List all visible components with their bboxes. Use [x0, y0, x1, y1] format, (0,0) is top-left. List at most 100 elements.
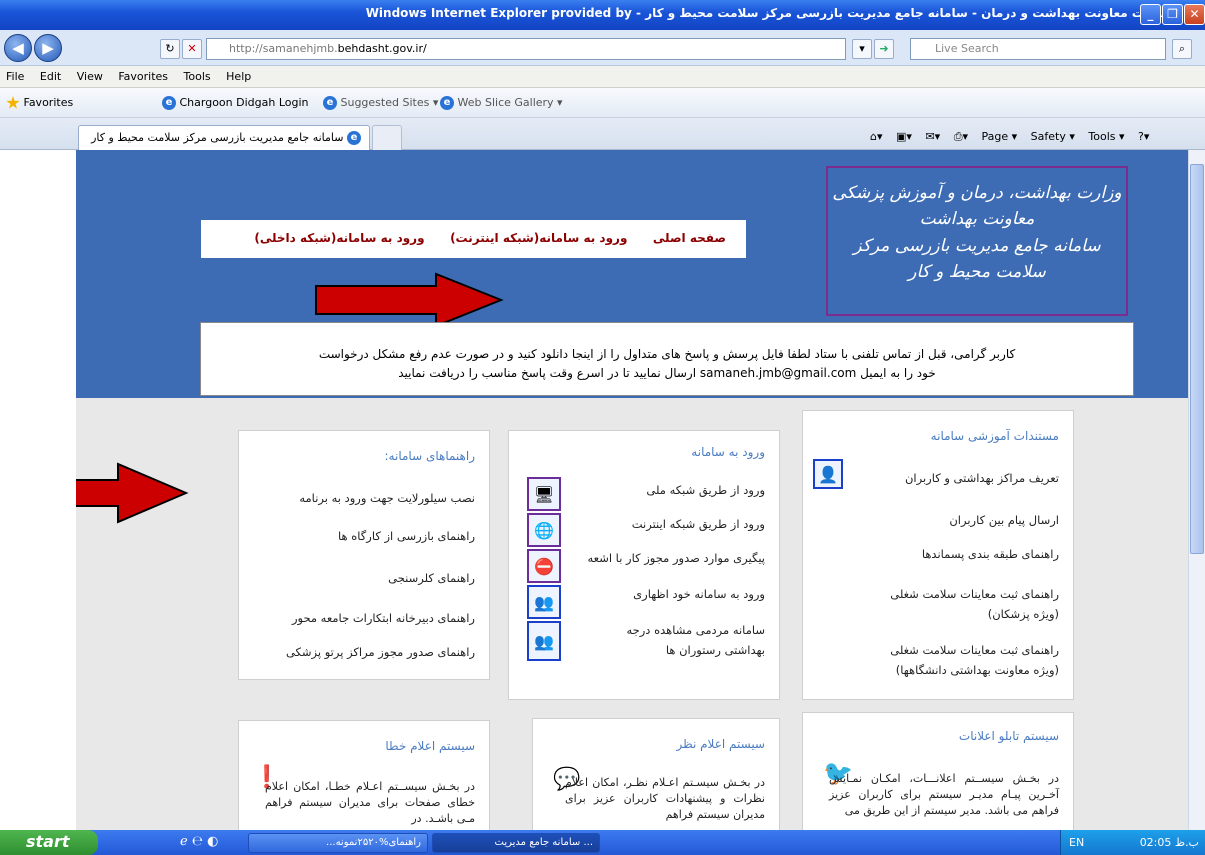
panel-title: سیستم اعلام نظر: [676, 737, 765, 751]
refresh-button[interactable]: ↻: [160, 39, 180, 59]
search-input[interactable]: Live Search: [910, 38, 1166, 60]
menu-help[interactable]: Help: [220, 66, 257, 83]
url-prefix: http://samanehjmb.: [229, 42, 338, 55]
nav-internet-login-link[interactable]: ورود به سامانه(شبکه اینترنت): [450, 231, 627, 245]
stop-button[interactable]: ✕: [182, 39, 202, 59]
page-menu[interactable]: Page ▾: [982, 130, 1018, 143]
menu-file[interactable]: File: [0, 66, 30, 83]
feedback-text: در بخـش سیسـتم اعـلام نظـر، امکان اعلام …: [565, 776, 765, 821]
vertical-scrollbar[interactable]: [1188, 150, 1205, 830]
address-input[interactable]: http://samanehjmb.behdasht.gov.ir/: [206, 38, 846, 60]
star-icon: [6, 96, 20, 109]
ie-icon: e: [323, 96, 337, 110]
nav-intranet-login-link[interactable]: ورود به سامانه(شبکه داخلی): [254, 231, 424, 245]
mail-icon[interactable]: ✉▾: [925, 130, 940, 143]
doc-link[interactable]: راهنمای طبقه بندی پسماندها: [922, 547, 1059, 561]
red-arrow-icon: [76, 462, 189, 524]
menu-favorites[interactable]: Favorites: [112, 66, 174, 83]
taskbar-item-ie[interactable]: ... سامانه جامع مدیریت: [432, 833, 600, 853]
maximize-button[interactable]: ❐: [1162, 4, 1183, 25]
errors-panel: سیستم اعلام خطا ❗ در بخـش سیســتم اعـلام…: [238, 720, 490, 830]
login-panel: ورود به سامانه 🖥 🌐 ⛔ 👥 👥 ورود از طریق شب…: [508, 430, 780, 700]
dropdown-icon[interactable]: ▾: [852, 39, 872, 59]
login-link[interactable]: ورود به سامانه خود اظهاری: [633, 587, 765, 601]
doc-link[interactable]: ارسال پیام بین کاربران: [949, 513, 1059, 527]
tab-bar: e سامانه جامع مدیریت بازرسی مرکز سلامت م…: [0, 118, 1205, 150]
menu-edit[interactable]: Edit: [34, 66, 67, 83]
notice-line2: خود را به ایمیل samaneh.jmb@gmail.com ار…: [398, 366, 936, 380]
errors-text: در بخـش سیســتم اعـلام خطـا، امکان اعلام…: [265, 780, 475, 825]
favorite-chargoon[interactable]: e Chargoon Didgah Login: [162, 96, 309, 110]
doc-link-sub[interactable]: (ویژه معاونت بهداشتی دانشگاهها): [896, 663, 1059, 677]
window-title: اینترنت معاونت بهداشت و درمان - سامانه ج…: [365, 6, 1175, 20]
taskbar: start ℯ ℮ ◐ راهنمای%۲۵۲۰نمونه... ... سام…: [0, 830, 1205, 855]
favorites-bar: Favorites e Chargoon Didgah Login e Sugg…: [0, 88, 1205, 118]
scrollbar-thumb[interactable]: [1190, 164, 1204, 554]
logo-system: سامانه جامع مدیریت بازرسی مرکز سلامت محی…: [853, 235, 1101, 283]
guide-link[interactable]: نصب سیلورلایت جهت ورود به برنامه: [299, 491, 475, 505]
safety-menu[interactable]: Safety ▾: [1031, 130, 1075, 143]
taskbar-item-word[interactable]: راهنمای%۲۵۲۰نمونه...: [248, 833, 428, 853]
language-indicator[interactable]: EN: [1069, 836, 1084, 849]
favorites-label: Favorites: [23, 96, 74, 109]
tab-title: سامانه جامع مدیریت بازرسی مرکز سلامت محی…: [91, 131, 344, 144]
user-avatar-icon: 👤: [813, 459, 843, 489]
guide-link[interactable]: راهنمای بازرسی از کارگاه ها: [338, 529, 475, 543]
print-icon[interactable]: ⎙▾: [954, 130, 968, 143]
favorites-button[interactable]: Favorites: [6, 96, 73, 110]
doc-link[interactable]: تعریف مراکز بهداشتی و کاربران: [905, 471, 1059, 485]
guide-link[interactable]: راهنمای دبیرخانه ابتکارات جامعه محور: [292, 611, 475, 625]
guide-link[interactable]: راهنمای کلرسنجی: [388, 571, 475, 585]
close-button[interactable]: ✕: [1184, 4, 1205, 25]
menu-tools[interactable]: Tools: [178, 66, 217, 83]
go-button[interactable]: ➜: [874, 39, 894, 59]
user-add-icon: 👥: [527, 585, 561, 619]
favorite-label: Suggested Sites ▾: [340, 96, 439, 109]
quick-launch-icons[interactable]: ℯ ℮ ◐: [180, 834, 218, 849]
login-link[interactable]: ورود از طریق شبکه اینترنت: [632, 517, 765, 531]
panel-title: راهنماهای سامانه:: [384, 449, 475, 463]
home-icon[interactable]: ⌂▾: [870, 130, 883, 143]
site-logo: وزارت بهداشت، درمان و آموزش پزشکی معاونت…: [826, 166, 1128, 316]
doc-link[interactable]: راهنمای ثبت معاینات سلامت شغلی: [890, 643, 1059, 657]
notice-box: کاربر گرامی، قبل از تماس تلفنی با ستاد ل…: [200, 322, 1134, 396]
start-label: start: [26, 832, 70, 851]
web-page: صفحه اصلی ورود به سامانه(شبکه اینترنت) و…: [76, 150, 1188, 830]
start-button[interactable]: start: [0, 830, 98, 855]
search-icon[interactable]: ⌕: [1172, 39, 1192, 59]
bulletin-panel: سیستم تابلو اعلانات 🐦 در بخـش سیســتم اع…: [802, 712, 1074, 830]
new-tab-button[interactable]: [372, 125, 402, 150]
doc-link-sub[interactable]: (ویژه پزشکان): [988, 607, 1059, 621]
minimize-button[interactable]: _: [1140, 4, 1161, 25]
logo-deputy: معاونت بهداشت: [919, 209, 1035, 230]
tools-menu[interactable]: Tools ▾: [1088, 130, 1124, 143]
panel-title: ورود به سامانه: [691, 445, 765, 459]
back-button[interactable]: ◀: [4, 34, 32, 62]
login-link-sub[interactable]: بهداشتی رستوران ها: [666, 643, 765, 657]
menu-bar: File Edit View Favorites Tools Help: [0, 66, 1205, 88]
feeds-icon[interactable]: ▣▾: [896, 130, 912, 143]
notice-line1: کاربر گرامی، قبل از تماس تلفنی با ستاد ل…: [318, 347, 1016, 361]
site-nav: صفحه اصلی ورود به سامانه(شبکه اینترنت) و…: [201, 220, 746, 258]
stop-sign-icon: ⛔: [527, 549, 561, 583]
guides-panel: راهنماهای سامانه: نصب سیلورلایت جهت ورود…: [238, 430, 490, 680]
ie-icon: e: [347, 131, 361, 145]
guide-link[interactable]: راهنمای صدور مجوز مراکز پرتو پزشکی: [286, 645, 475, 659]
favorite-suggested-sites[interactable]: e Suggested Sites ▾: [323, 96, 438, 110]
login-link[interactable]: سامانه مردمی مشاهده درجه: [626, 623, 765, 637]
favorite-web-slice[interactable]: e Web Slice Gallery ▾: [440, 96, 563, 110]
tab-current[interactable]: e سامانه جامع مدیریت بازرسی مرکز سلامت م…: [78, 125, 370, 150]
bulletin-text: در بخـش سیســتم اعلانـــات، امکـان نمـای…: [829, 772, 1059, 817]
doc-link[interactable]: راهنمای ثبت معاینات سلامت شغلی: [890, 587, 1059, 601]
menu-view[interactable]: View: [71, 66, 109, 83]
command-bar: ⌂▾ ▣▾ ✉▾ ⎙▾ Page ▾ Safety ▾ Tools ▾ ?▾: [870, 130, 1159, 144]
login-link[interactable]: ورود از طریق شبکه ملی: [646, 483, 765, 497]
address-toolbar: ◀ ▶ ↻ ✕ http://samanehjmb.behdasht.gov.i…: [0, 30, 1205, 66]
favorite-label: Chargoon Didgah Login: [179, 96, 309, 109]
login-link[interactable]: پیگیری موارد صدور مجوز کار با اشعه: [587, 551, 765, 565]
forward-button[interactable]: ▶: [34, 34, 62, 62]
window-title-bar: اینترنت معاونت بهداشت و درمان - سامانه ج…: [0, 0, 1205, 30]
feedback-panel: سیستم اعلام نظر 💬 در بخـش سیسـتم اعـلام …: [532, 718, 780, 830]
nav-home-link[interactable]: صفحه اصلی: [653, 231, 726, 245]
help-icon[interactable]: ?▾: [1138, 130, 1149, 143]
